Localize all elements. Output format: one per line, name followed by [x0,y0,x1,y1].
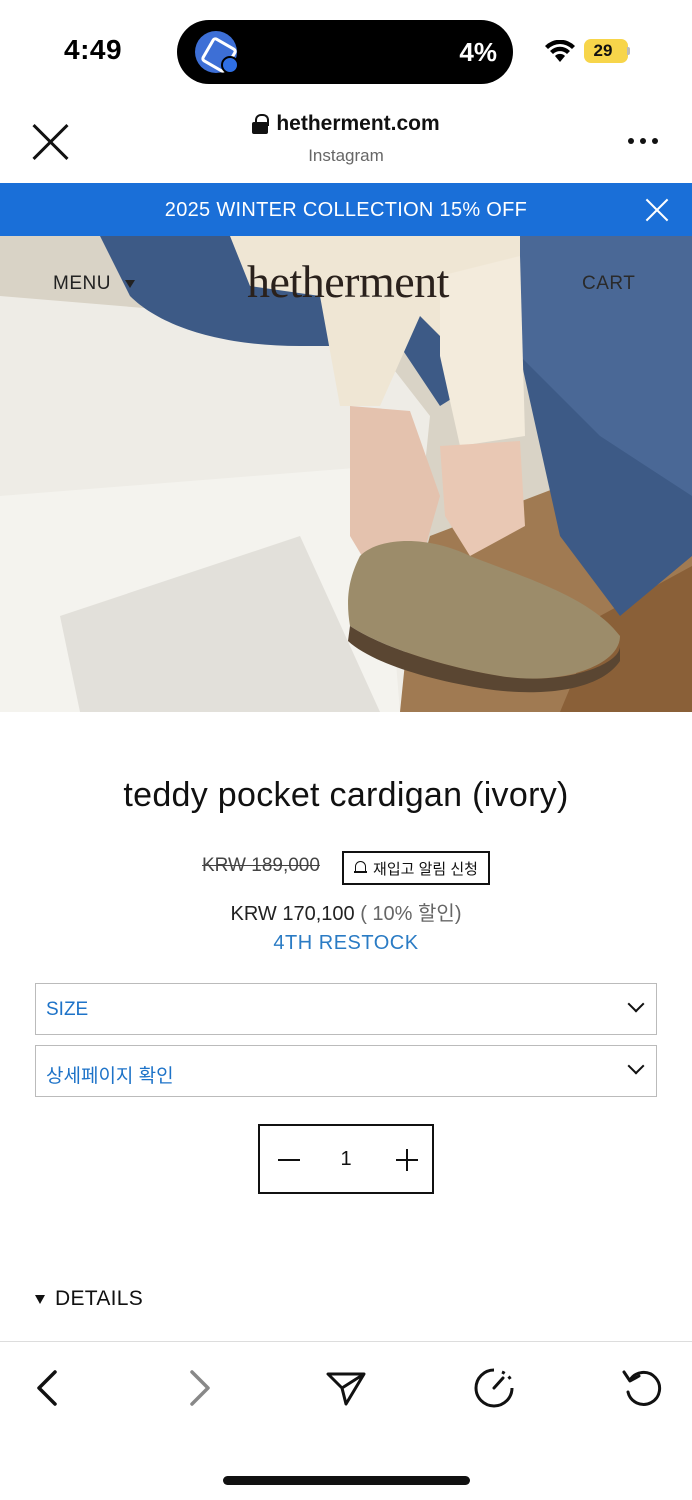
sale-price: KRW 170,100 [230,903,355,925]
address-bar[interactable]: hetherment.com Instagram [200,112,492,166]
site-logo[interactable]: hetherment [226,255,470,308]
quantity-stepper: 1 [258,1124,434,1194]
dynamic-island[interactable]: 4% [177,20,513,84]
minus-icon[interactable] [276,1148,302,1172]
site-cart-link[interactable]: CART [582,273,635,295]
chevron-down-icon [628,998,644,1014]
back-icon[interactable] [27,1366,71,1410]
more-options-icon[interactable] [628,138,658,146]
battery-icon: 29 [584,39,628,63]
url-domain: hetherment.com [276,112,440,135]
status-bar: 4:49 4% 29 [0,0,692,100]
menu-caret-icon [124,280,135,288]
upload-badge-icon [221,56,239,74]
plus-icon[interactable] [394,1148,420,1172]
promo-close-icon[interactable] [644,197,670,223]
home-indicator[interactable] [223,1476,470,1485]
battery-level: 29 [593,41,613,60]
site-menu-button[interactable]: MENU [53,273,135,295]
size-select-label: SIZE [46,999,89,1020]
size-select[interactable]: SIZE [35,983,657,1035]
details-label: DETAILS [55,1287,144,1310]
refresh-icon[interactable] [620,1366,664,1410]
wifi-icon [545,40,575,62]
status-time: 4:49 [64,34,123,65]
lock-icon [252,114,270,134]
restock-alert-button[interactable]: 재입고 알림 신청 [342,851,490,885]
promo-text: 2025 WINTER COLLECTION 15% OFF [164,199,528,221]
restock-label: 4TH RESTOCK [273,932,419,954]
original-price: KRW 189,000 [202,855,320,876]
share-icon[interactable] [324,1366,368,1410]
quantity-value[interactable]: 1 [320,1148,372,1171]
discount-text: ( 10% 할인) [354,903,462,925]
speed-icon[interactable] [472,1366,516,1410]
url-source: Instagram [308,146,384,165]
site-menu-label: MENU [53,273,111,294]
caret-down-icon [35,1294,45,1304]
close-icon[interactable] [30,122,70,162]
bell-icon [354,860,368,876]
detail-select[interactable]: 상세페이지 확인 [35,1045,657,1097]
detail-select-label: 상세페이지 확인 [46,1066,174,1087]
details-toggle[interactable]: DETAILS [35,1287,143,1311]
battery-cap [627,47,630,55]
promo-banner[interactable]: 2025 WINTER COLLECTION 15% OFF [0,183,692,236]
product-title: teddy pocket cardigan (ivory) [123,776,569,814]
sale-price-line: KRW 170,100 ( 10% 할인) [0,897,692,926]
forward-icon[interactable] [176,1366,220,1410]
activity-percent: 4% [459,37,497,67]
restock-alert-label: 재입고 알림 신청 [373,860,478,878]
chevron-down-icon [628,1060,644,1076]
